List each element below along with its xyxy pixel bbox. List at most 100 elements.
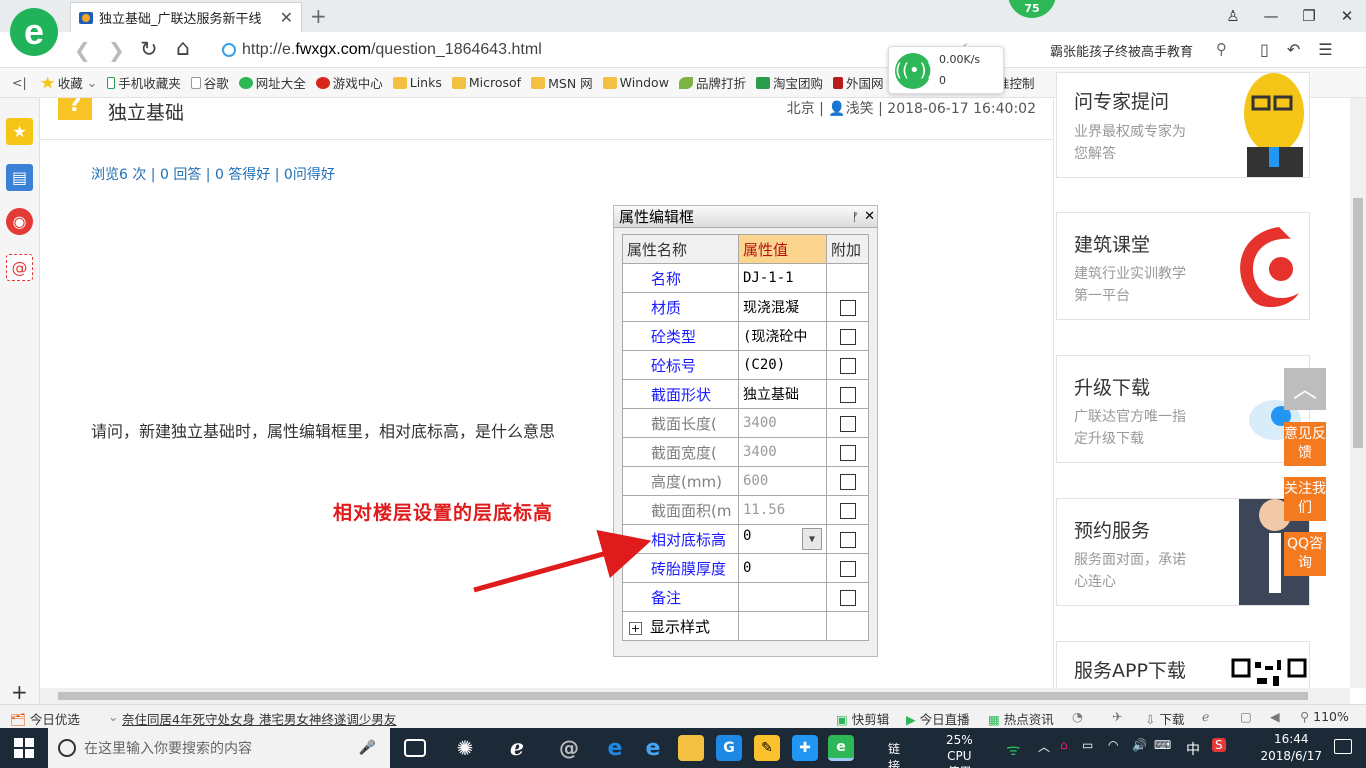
bookmark-google[interactable]: 谷歌: [190, 73, 229, 92]
property-value[interactable]: 现浇混凝: [738, 292, 827, 322]
reading-list-icon[interactable]: ▤: [6, 164, 33, 191]
extra-checkbox[interactable]: [839, 560, 856, 577]
notification-badge[interactable]: 75: [1008, 0, 1056, 18]
bookmark-msn[interactable]: MSN 网: [531, 73, 593, 92]
green-browser-taskbar-icon[interactable]: e: [828, 735, 854, 761]
qq-consult-button[interactable]: QQ咨询: [1284, 532, 1326, 576]
bookmark-mobile[interactable]: 手机收藏夹: [107, 73, 181, 92]
speed-icon[interactable]: ◔: [1072, 709, 1083, 724]
notes-app-icon[interactable]: ✎: [754, 735, 780, 761]
card-ask-expert[interactable]: 问专家提问 业界最权威专家为您解答: [1056, 72, 1310, 178]
feedback-button[interactable]: 意见反馈: [1284, 422, 1326, 466]
dropdown-arrow-icon[interactable]: ▼: [802, 528, 822, 550]
wifi-tray-icon[interactable]: ᯤ: [1006, 738, 1021, 760]
new-tab-button[interactable]: +: [310, 4, 327, 28]
volume-icon[interactable]: 🔊: [1132, 738, 1147, 752]
microphone-icon[interactable]: 🎤: [359, 740, 376, 756]
news-dropdown-icon[interactable]: ⌄: [108, 709, 118, 724]
cpu-usage[interactable]: 25%CPU使用: [946, 732, 973, 768]
bookmark-brand[interactable]: 品牌打折: [678, 73, 746, 92]
bookmark-links[interactable]: Links: [392, 75, 442, 90]
network-icon[interactable]: ◠: [1108, 738, 1118, 752]
extra-checkbox[interactable]: [839, 589, 856, 606]
file-explorer-icon[interactable]: [678, 735, 704, 761]
home-icon[interactable]: ⌂: [176, 36, 190, 61]
question-user[interactable]: 浅笑: [846, 101, 874, 117]
mute-icon[interactable]: ◀: [1270, 709, 1280, 724]
extra-checkbox[interactable]: [839, 502, 856, 519]
follow-us-button[interactable]: 关注我们: [1284, 477, 1326, 521]
ie-icon[interactable]: e: [640, 735, 666, 761]
keyboard-icon[interactable]: ⌨: [1154, 738, 1171, 752]
tray-app-icon[interactable]: ⌂: [1060, 738, 1068, 752]
cross-app-icon[interactable]: ✚: [792, 735, 818, 761]
back-icon[interactable]: ❮: [74, 38, 91, 62]
email-icon[interactable]: @: [6, 254, 33, 281]
card-building-class[interactable]: 建筑课堂 建筑行业实训教学第一平台: [1056, 212, 1310, 320]
refresh-icon[interactable]: ↻: [140, 37, 158, 61]
property-row[interactable]: 截面形状 独立基础: [622, 379, 869, 409]
property-row[interactable]: 名称 DJ-1-1: [622, 263, 869, 293]
ie-mode-icon[interactable]: ℯ: [1202, 709, 1209, 724]
tab-active[interactable]: 独立基础_广联达服务新干线 ✕: [70, 2, 302, 32]
property-value[interactable]: (C20): [738, 350, 827, 380]
quick-cut[interactable]: ▣ 快剪辑: [836, 709, 889, 728]
live-stream[interactable]: ▶ 今日直播: [906, 709, 970, 728]
add-sidebar-icon[interactable]: +: [11, 680, 28, 704]
link-label[interactable]: 链接: [888, 740, 900, 768]
search-icon[interactable]: ⚲: [1216, 40, 1227, 58]
undo-icon[interactable]: ↶: [1287, 40, 1300, 59]
system-clock[interactable]: 16:44 2018/6/17: [1260, 731, 1322, 765]
card-app-download[interactable]: 服务APP下载: [1056, 641, 1310, 688]
search-hint[interactable]: 霸张能孩子终被高手教育: [1050, 41, 1193, 60]
restore-icon[interactable]: ❐: [1290, 7, 1328, 25]
bookmark-windows[interactable]: Window: [602, 75, 669, 90]
zoom-level[interactable]: ⚲ 110%: [1300, 709, 1349, 724]
extra-checkbox[interactable]: [839, 415, 856, 432]
property-row[interactable]: 截面长度(3400: [622, 408, 869, 438]
property-value[interactable]: 600: [738, 466, 827, 496]
browser-e-icon[interactable]: ℯ: [504, 735, 530, 761]
favorites-star-icon[interactable]: ★: [6, 118, 33, 145]
property-row[interactable]: 高度(mm) 600: [622, 466, 869, 496]
back-to-top-button[interactable]: ︿: [1284, 368, 1326, 410]
glodon-app-icon[interactable]: G: [716, 735, 742, 761]
sidebar-toggle-icon[interactable]: <|: [12, 75, 27, 90]
bookmark-hao[interactable]: 网址大全: [238, 73, 306, 92]
fan-app-icon[interactable]: ✺: [452, 735, 478, 761]
menu-icon[interactable]: ☰: [1318, 40, 1332, 59]
property-value[interactable]: DJ-1-1: [738, 263, 827, 293]
extra-checkbox[interactable]: [839, 328, 856, 345]
property-value[interactable]: 独立基础: [738, 379, 827, 409]
scroll-thumb[interactable]: [1353, 198, 1363, 448]
spiral-app-icon[interactable]: @: [556, 735, 582, 761]
property-value[interactable]: 3400: [738, 408, 827, 438]
tab-close-icon[interactable]: ✕: [280, 8, 293, 27]
shirt-icon[interactable]: ♙: [1214, 7, 1252, 25]
forward-icon[interactable]: ❯: [108, 38, 125, 62]
horizontal-scrollbar[interactable]: [40, 688, 1350, 704]
property-row[interactable]: 截面面积(m 11.56: [622, 495, 869, 525]
card-appointment[interactable]: 预约服务 服务面对面，承诺心连心: [1056, 498, 1310, 606]
vertical-scrollbar[interactable]: [1350, 98, 1366, 688]
address-input[interactable]: http://e.fwxgx.com/question_1864643.html: [222, 36, 882, 64]
notification-center-icon[interactable]: [1334, 739, 1352, 754]
today-picks[interactable]: 🗂 今日优选: [10, 709, 80, 728]
scroll-thumb[interactable]: [58, 692, 1308, 700]
property-value[interactable]: (现浇砼中: [738, 321, 827, 351]
property-row[interactable]: 砼标号 (C20): [622, 350, 869, 380]
task-view-icon[interactable]: [404, 739, 426, 757]
download-button[interactable]: ⇩ 下载: [1145, 709, 1184, 728]
property-value[interactable]: 0: [738, 553, 827, 583]
extra-checkbox[interactable]: [839, 444, 856, 461]
headline-link[interactable]: 奈住同居4年死守处女身 港宅男女神终遂调少男友: [122, 709, 396, 728]
battery-icon[interactable]: ▭: [1082, 738, 1093, 752]
minimize-icon[interactable]: —: [1252, 7, 1290, 25]
extra-checkbox[interactable]: [839, 386, 856, 403]
property-value[interactable]: 0 ▼: [738, 524, 827, 554]
property-value[interactable]: [738, 582, 827, 612]
window-icon[interactable]: ▢: [1240, 709, 1252, 724]
close-window-icon[interactable]: ✕: [1328, 7, 1366, 25]
bookmark-microsoft[interactable]: Microsof: [451, 75, 521, 90]
property-value[interactable]: 11.56: [738, 495, 827, 525]
